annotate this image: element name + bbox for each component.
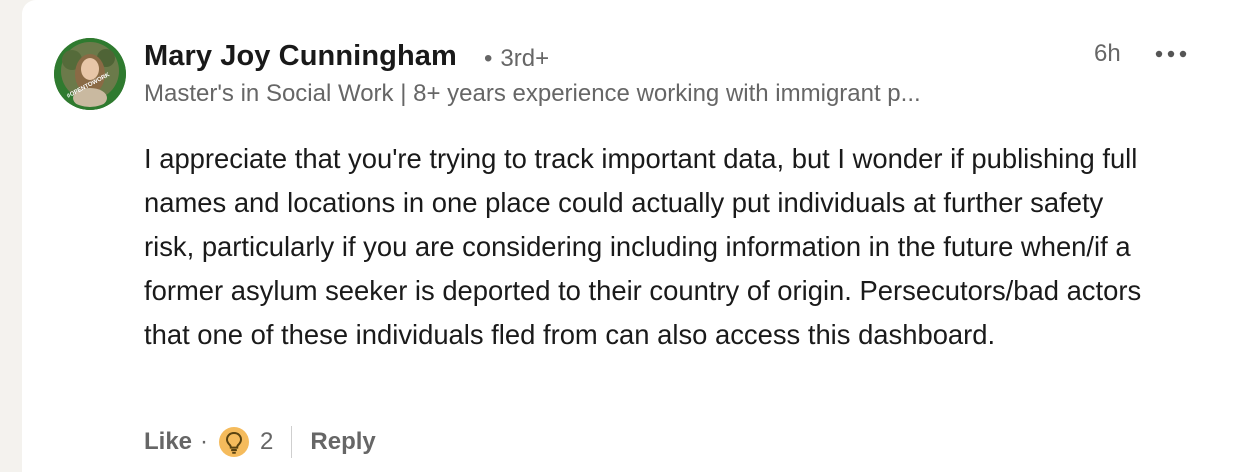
- comment-actions: Like · 2 Reply: [144, 424, 376, 460]
- reaction-count[interactable]: 2: [260, 428, 273, 456]
- action-divider: [291, 426, 293, 458]
- comment-text: I appreciate that you're trying to track…: [144, 143, 1142, 350]
- insightful-lightbulb-icon[interactable]: [218, 426, 250, 458]
- more-options-button[interactable]: [1150, 40, 1192, 70]
- avatar[interactable]: #OPENTOWORK: [54, 38, 126, 110]
- avatar-image: #OPENTOWORK: [54, 38, 126, 110]
- reply-button[interactable]: Reply: [310, 428, 375, 456]
- action-separator: ·: [200, 428, 209, 455]
- degree-label: 3rd+: [500, 45, 550, 72]
- more-horizontal-icon: [1155, 50, 1187, 58]
- author-headline: Master's in Social Work | 8+ years exper…: [144, 80, 921, 107]
- author-name[interactable]: Mary Joy Cunningham: [144, 40, 457, 73]
- comment-timestamp: 6h: [1094, 40, 1121, 67]
- connection-degree: • 3rd+: [484, 45, 549, 73]
- like-button[interactable]: Like: [144, 428, 192, 456]
- degree-separator: •: [484, 45, 493, 72]
